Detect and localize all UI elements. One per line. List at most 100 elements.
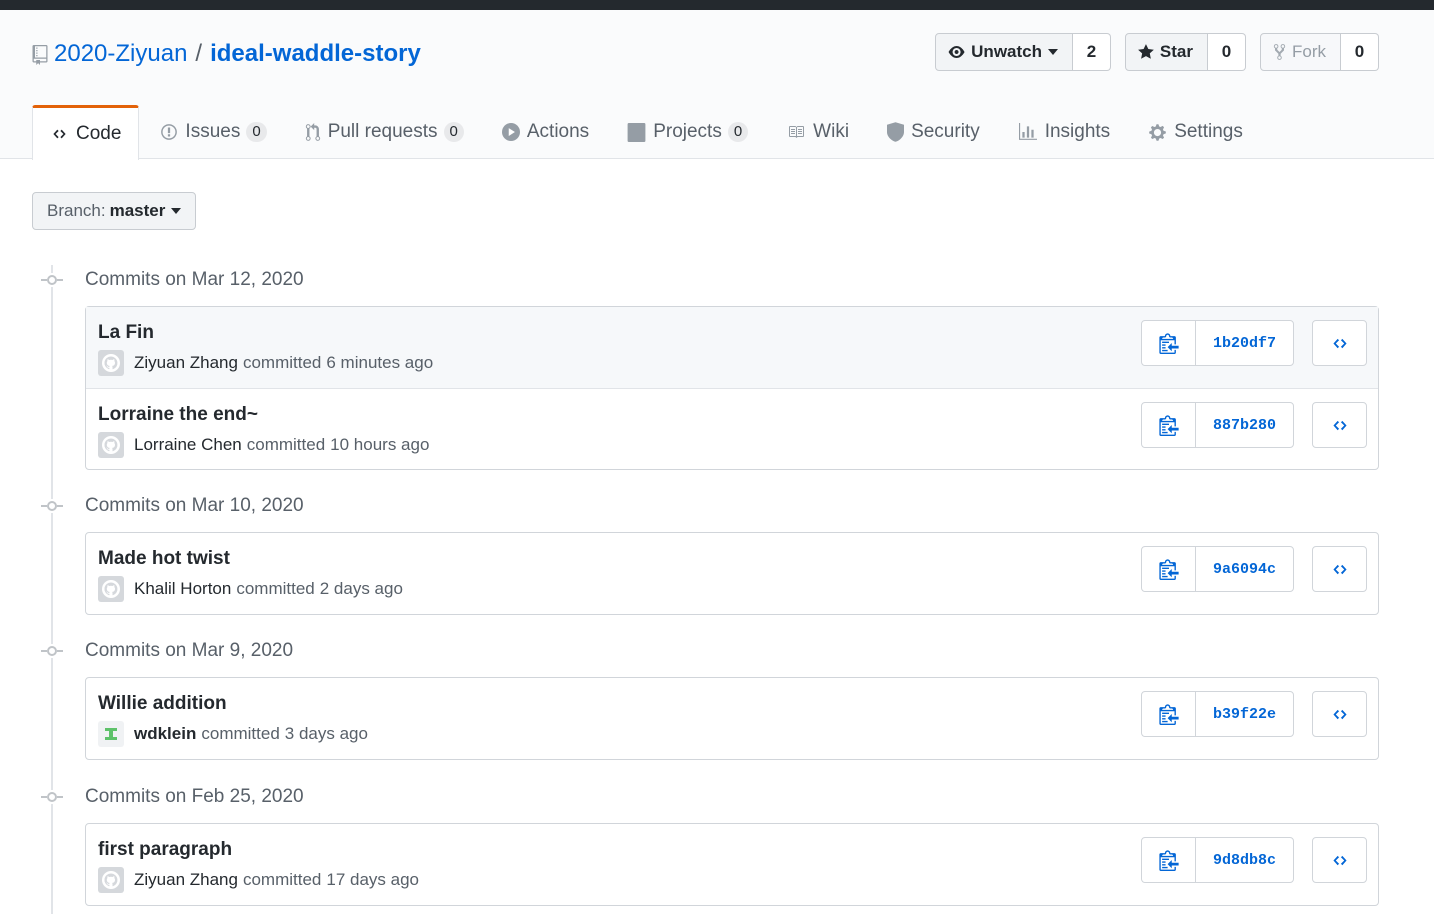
commit-sha-link[interactable]: 1b20df7 [1196,321,1293,365]
tab-settings[interactable]: Settings [1131,105,1260,159]
tab-wiki[interactable]: Wiki [769,105,866,159]
browse-repo-button[interactable] [1312,546,1367,592]
commit-meta: Ziyuan Zhang committed 6 minutes ago [98,350,433,376]
commit-dot-icon [40,273,64,287]
project-icon [627,122,646,142]
commit-message[interactable]: first paragraph [98,839,232,861]
repo-nav-tabs: Code Issues 0 Pull requests 0 Actions Pr… [32,105,1264,160]
commit-list: Willie addition wdklein committed 3 days… [85,677,1379,760]
commit-row: Willie addition wdklein committed 3 days… [86,678,1378,759]
browse-repo-button[interactable] [1312,320,1367,366]
projects-count: 0 [727,122,749,142]
commit-meta: wdklein committed 3 days ago [98,721,368,747]
tab-insights[interactable]: Insights [1001,105,1127,159]
code-icon [1332,855,1347,865]
tab-issues[interactable]: Issues 0 [143,105,283,159]
commit-sha-group: 1b20df7 [1141,320,1294,366]
commit-group-header: Commits on Mar 12, 2020 [40,265,304,295]
commit-message[interactable]: Willie addition [98,693,227,715]
issues-count: 0 [246,122,267,142]
commit-sha-link[interactable]: 887b280 [1196,403,1293,447]
branch-value: master [109,201,166,220]
commit-meta: Lorraine Chen committed 10 hours ago [98,432,429,458]
tab-projects[interactable]: Projects 0 [610,105,765,159]
commit-time: 17 days ago [326,870,420,889]
path-separator: / [195,40,203,67]
clipboard-icon [1158,559,1179,580]
tab-code[interactable]: Code [32,105,140,160]
commit-sha-group: 9a6094c [1141,546,1294,592]
commit-group-date: Commits on Mar 10, 2020 [85,495,304,516]
commit-sha-link[interactable]: 9d8db8c [1196,838,1293,882]
commit-row: Lorraine the end~ Lorraine Chen committe… [86,388,1378,469]
copy-sha-button[interactable] [1142,547,1196,591]
tab-pull-requests[interactable]: Pull requests 0 [288,105,481,159]
watchers-count[interactable]: 2 [1073,33,1111,71]
browse-repo-button[interactable] [1312,837,1367,883]
commit-meta: Ziyuan Zhang committed 17 days ago [98,867,419,893]
avatar[interactable] [98,576,124,602]
code-icon [1332,420,1347,430]
branch-select[interactable]: Branch: master [32,192,197,230]
fork-icon [1273,44,1286,60]
browse-repo-button[interactable] [1312,691,1367,737]
copy-sha-button[interactable] [1142,692,1196,736]
avatar[interactable] [98,867,124,893]
book-icon [789,126,805,138]
copy-sha-button[interactable] [1142,321,1196,365]
tab-actions[interactable]: Actions [485,105,606,159]
tab-projects-label: Projects [653,121,722,142]
commit-action: committed [236,579,315,598]
commit-author[interactable]: Lorraine Chen [134,435,242,455]
commit-list: first paragraph Ziyuan Zhang committed 1… [85,823,1379,906]
avatar[interactable] [98,721,124,747]
commit-sha-link[interactable]: b39f22e [1196,692,1293,736]
commit-group-date: Commits on Mar 12, 2020 [85,269,304,290]
commit-author[interactable]: Ziyuan Zhang [134,870,238,890]
unwatch-label: Unwatch [971,42,1042,61]
code-icon [1332,338,1347,348]
repo-owner-link[interactable]: 2020-Ziyuan [54,40,187,68]
chevron-down-icon [171,208,182,214]
commit-message[interactable]: La Fin [98,322,154,344]
star-button[interactable]: Star [1125,33,1208,71]
commit-sha-link[interactable]: 9a6094c [1196,547,1293,591]
commit-author[interactable]: wdklein [134,724,196,744]
watch-group: Unwatch 2 [935,33,1111,71]
browse-repo-button[interactable] [1312,402,1367,448]
global-header-bar [0,0,1434,10]
tab-security[interactable]: Security [870,105,997,159]
commit-row: first paragraph Ziyuan Zhang committed 1… [86,824,1378,905]
clipboard-icon [1158,415,1179,436]
issue-icon [161,124,178,140]
copy-sha-button[interactable] [1142,403,1196,447]
fork-button[interactable]: Fork [1260,33,1341,71]
forks-count[interactable]: 0 [1341,33,1379,71]
star-group: Star 0 [1125,33,1246,71]
avatar[interactable] [98,350,124,376]
commit-action: committed [242,353,322,372]
commit-list: La Fin Ziyuan Zhang committed 6 minutes … [85,306,1379,470]
commit-meta: Khalil Horton committed 2 days ago [98,576,403,602]
commit-author[interactable]: Khalil Horton [134,579,231,599]
tab-wiki-label: Wiki [813,121,850,142]
copy-sha-button[interactable] [1142,838,1196,882]
repository-header: 2020-Ziyuan / ideal-waddle-story Unwatch… [0,10,1434,160]
commit-group-header: Commits on Feb 25, 2020 [40,782,304,812]
commit-action: committed [242,870,322,889]
commit-message[interactable]: Made hot twist [98,548,230,570]
repo-icon [32,44,50,67]
shield-icon [887,122,905,142]
avatar[interactable] [98,432,124,458]
pull-request-icon [305,122,320,141]
pull-requests-count: 0 [443,122,464,142]
repo-name-link[interactable]: ideal-waddle-story [210,40,421,68]
commit-author[interactable]: Ziyuan Zhang [134,353,238,373]
commit-group-header: Commits on Mar 10, 2020 [40,491,304,521]
tab-pull-requests-label: Pull requests [327,121,438,142]
clipboard-icon [1158,333,1179,354]
code-icon [53,129,66,139]
unwatch-button[interactable]: Unwatch [935,33,1073,71]
commit-message[interactable]: Lorraine the end~ [98,404,258,426]
stars-count[interactable]: 0 [1208,33,1246,71]
